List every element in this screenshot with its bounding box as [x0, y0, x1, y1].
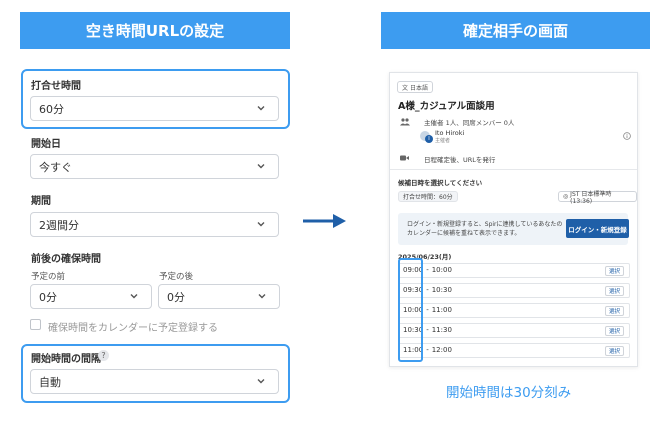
video-icon — [400, 155, 409, 161]
buffer-before-value: 0分 — [39, 290, 57, 304]
chevron-down-icon — [130, 294, 138, 299]
translate-icon: 文 — [402, 84, 409, 92]
guest-view-banner: 確定相手の画面 — [381, 12, 650, 49]
language-selector[interactable]: 文 日本語 — [397, 81, 434, 93]
buffer-after-label: 予定の後 — [159, 272, 194, 282]
chevron-down-icon — [257, 222, 265, 227]
timezone-selector[interactable]: ◎ JST 日本標準時(13:36) — [558, 190, 637, 205]
login-notice: ログイン・新規登録すると、Spirに連携しているあなたの カレンダーに候補を重ねて… — [398, 213, 629, 245]
notice-text: ログイン・新規登録すると、Spirに連携しているあなたの カレンダーに候補を重ねて… — [407, 221, 563, 237]
time-slot-row[interactable]: 10:00-11:00 選択 — [398, 303, 630, 318]
period-select[interactable]: 2週間分 — [30, 212, 279, 237]
meeting-duration-label: 打合せ時間 — [31, 81, 81, 92]
start-date-label: 開始日 — [31, 139, 61, 150]
video-note: 日程確定後、URLを発行 — [424, 156, 496, 164]
start-time-highlight — [398, 258, 423, 362]
select-slot-button[interactable]: 選択 — [604, 306, 624, 316]
chevron-down-icon — [258, 294, 266, 299]
caption: 開始時間は30分刻み — [446, 385, 572, 401]
period-label: 期間 — [31, 196, 51, 207]
chevron-down-icon — [257, 379, 265, 384]
start-date-value: 今すぐ — [39, 160, 72, 174]
select-slot-button[interactable]: 選択 — [604, 266, 624, 276]
language-value: 日本語 — [410, 84, 429, 92]
chevron-down-icon — [257, 106, 265, 111]
meeting-duration-value: 60分 — [39, 102, 64, 116]
buffer-after-value: 0分 — [167, 290, 185, 304]
arrow-right-icon — [303, 214, 346, 228]
host-name: Ito Hiroki — [435, 129, 465, 137]
participant-count: 主催者 1人、同席メンバー 0人 — [424, 119, 515, 127]
time-slot-row[interactable]: 09:30-10:30 選択 — [398, 283, 630, 298]
event-title: A様_カジュアル面談用 — [398, 101, 495, 112]
guest-booking-screen: 文 日本語 A様_カジュアル面談用 主催者 1人、同席メンバー 0人 I Ito… — [389, 72, 638, 367]
section-divider — [390, 169, 637, 170]
help-icon[interactable]: ? — [98, 350, 109, 361]
host-role: 主催者 — [435, 138, 451, 144]
select-slot-button[interactable]: 選択 — [604, 326, 624, 336]
start-interval-value: 自動 — [39, 375, 61, 389]
start-date-select[interactable]: 今すぐ — [30, 154, 279, 179]
settings-banner: 空き時間URLの設定 — [20, 12, 290, 49]
buffer-before-select[interactable]: 0分 — [30, 284, 152, 309]
info-icon[interactable] — [623, 132, 631, 140]
select-slot-button[interactable]: 選択 — [604, 286, 624, 296]
chevron-down-icon — [257, 164, 265, 169]
start-interval-select[interactable]: 自動 — [30, 369, 279, 394]
time-slot-row[interactable]: 11:00-12:00 選択 — [398, 343, 630, 358]
duration-chip: 打合せ時間：60分 — [398, 191, 458, 202]
start-interval-label: 開始時間の間隔 — [31, 354, 101, 365]
buffer-before-label: 予定の前 — [31, 272, 66, 282]
people-icon — [400, 118, 410, 126]
time-slot-row[interactable]: 09:00-10:00 選択 — [398, 263, 630, 278]
login-register-button[interactable]: ログイン・新規登録 — [566, 219, 629, 238]
avatar-badge: I — [425, 135, 433, 143]
globe-icon: ◎ — [563, 193, 569, 200]
select-slot-button[interactable]: 選択 — [604, 346, 624, 356]
buffer-label: 前後の確保時間 — [31, 254, 101, 265]
period-value: 2週間分 — [39, 218, 79, 232]
buffer-calendar-checkbox[interactable] — [30, 319, 41, 330]
buffer-calendar-checkbox-label: 確保時間をカレンダーに予定登録する — [48, 323, 218, 334]
select-prompt: 候補日時を選択してください — [398, 179, 483, 187]
meeting-duration-select[interactable]: 60分 — [30, 96, 279, 121]
buffer-after-select[interactable]: 0分 — [158, 284, 280, 309]
timezone-value: JST 日本標準時(13:36) — [570, 190, 612, 205]
time-slot-row[interactable]: 10:30-11:30 選択 — [398, 323, 630, 338]
